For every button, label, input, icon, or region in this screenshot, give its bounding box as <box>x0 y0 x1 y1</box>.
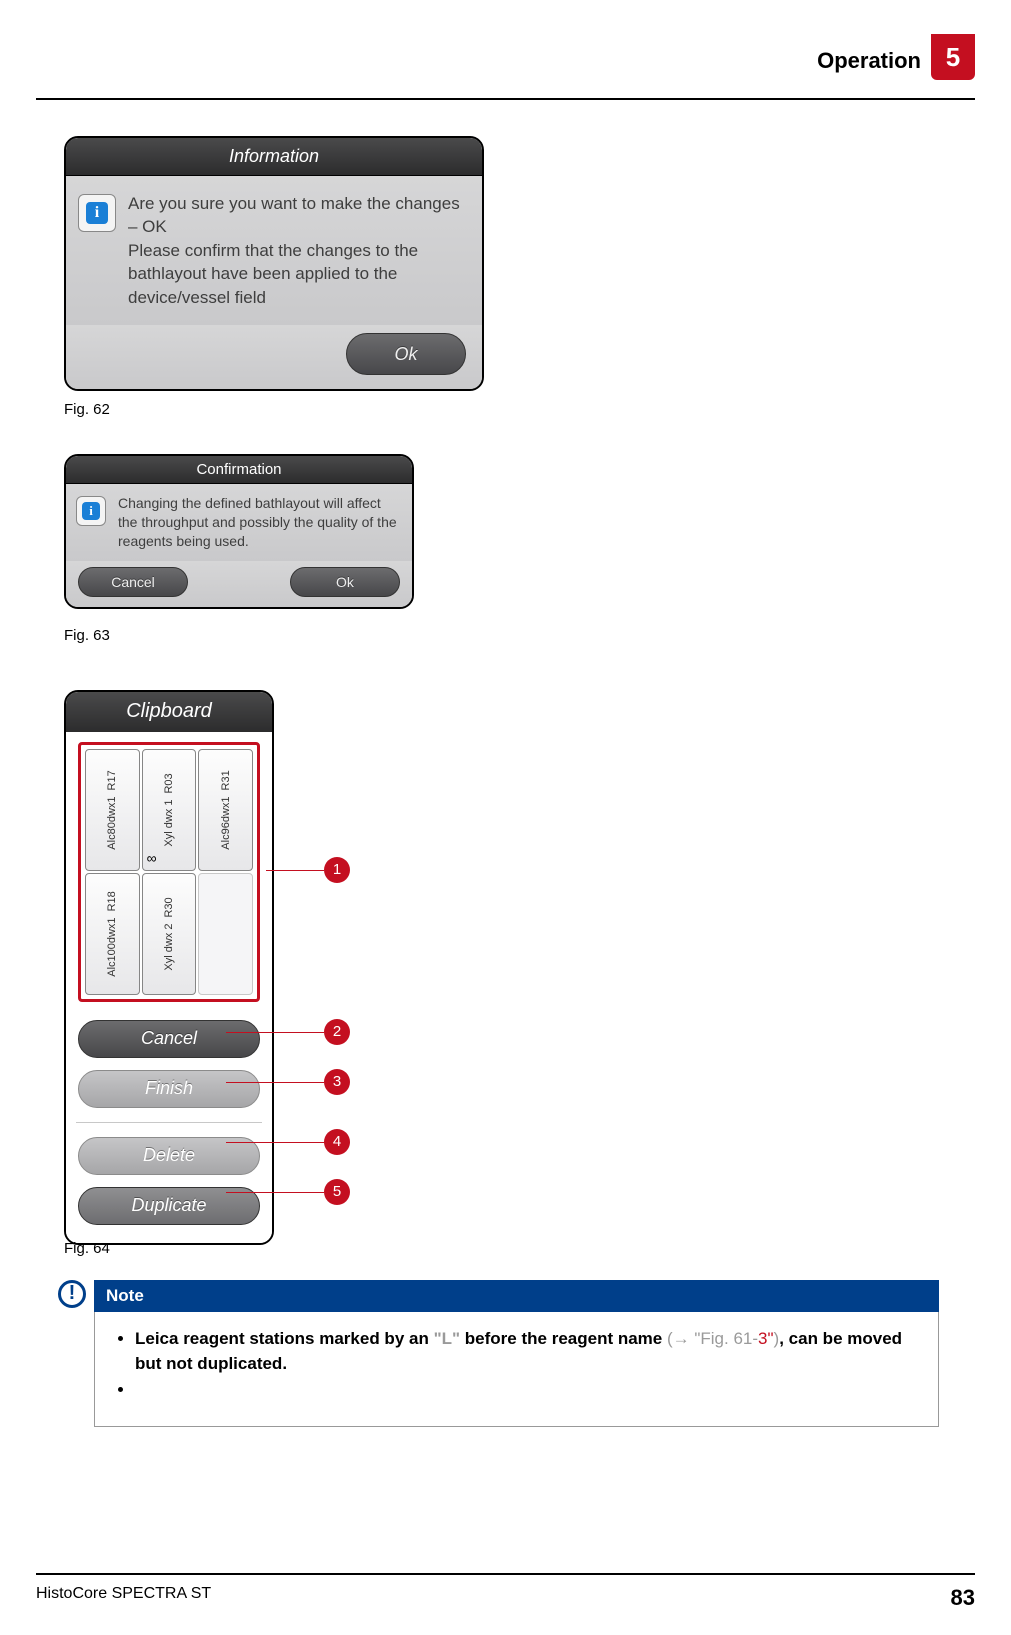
info-icon: i <box>76 496 106 526</box>
callout-line <box>226 1192 324 1193</box>
divider <box>76 1122 262 1123</box>
attention-icon: ! <box>58 1280 86 1308</box>
reagent-cell[interactable]: Xyl dwx 2R30 <box>142 873 197 995</box>
callout-marker-4: 4 <box>324 1129 350 1155</box>
finish-button[interactable]: Finish <box>78 1070 260 1108</box>
reagent-cell[interactable]: Alc96dwx1R31 <box>198 749 253 871</box>
clipboard-panel: Clipboard Alc80dwx1R17 Alc100dwx1R18 <box>64 690 274 1245</box>
reagent-cell[interactable]: Xyl dwx 1R03 ∞ <box>142 749 197 871</box>
dialog-title: Information <box>66 138 482 176</box>
note-bullet: Leica reagent stations marked by an "L" … <box>135 1326 920 1377</box>
reagent-cell[interactable]: Alc100dwx1R18 <box>85 873 140 995</box>
footer-product: HistoCore SPECTRA ST <box>36 1585 211 1611</box>
section-title: Operation <box>817 48 921 74</box>
reagent-cell-empty[interactable] <box>198 873 253 995</box>
ok-button[interactable]: Ok <box>290 567 400 597</box>
callout-marker-2: 2 <box>324 1019 350 1045</box>
information-dialog: Information i Are you sure you want to m… <box>64 136 484 391</box>
note-body: Leica reagent stations marked by an "L" … <box>94 1312 939 1428</box>
infinity-icon: ∞ <box>147 850 157 866</box>
note-block: ! Note Leica reagent stations marked by … <box>58 1280 939 1428</box>
reagent-cell[interactable]: Alc80dwx1R17 <box>85 749 140 871</box>
callout-marker-3: 3 <box>324 1069 350 1095</box>
page-number: 83 <box>951 1585 975 1611</box>
note-bullet-empty <box>135 1377 920 1403</box>
callout-line <box>226 1082 324 1083</box>
clipboard-title: Clipboard <box>66 692 272 732</box>
reagent-grid[interactable]: Alc80dwx1R17 Alc100dwx1R18 Xyl dwx 1R03 … <box>78 742 260 1002</box>
cancel-button[interactable]: Cancel <box>78 1020 260 1058</box>
figure-caption: Fig. 63 <box>64 627 975 644</box>
figure-caption: Fig. 62 <box>64 401 975 418</box>
confirmation-dialog: Confirmation i Changing the defined bath… <box>64 454 414 609</box>
note-heading: Note <box>94 1280 939 1312</box>
info-icon: i <box>78 194 116 232</box>
callout-line <box>226 1142 324 1143</box>
cancel-button[interactable]: Cancel <box>78 567 188 597</box>
figure-caption: Fig. 64 <box>64 1240 110 1257</box>
chapter-badge: 5 <box>931 34 975 80</box>
ok-button[interactable]: Ok <box>346 333 466 375</box>
dialog-message: Are you sure you want to make the change… <box>128 192 464 309</box>
dialog-message: Changing the defined bathlayout will aff… <box>118 494 402 551</box>
dialog-title: Confirmation <box>66 456 412 484</box>
callout-marker-1: 1 <box>324 857 350 883</box>
callout-marker-5: 5 <box>324 1179 350 1205</box>
callout-line <box>266 870 324 871</box>
callout-line <box>226 1032 324 1033</box>
